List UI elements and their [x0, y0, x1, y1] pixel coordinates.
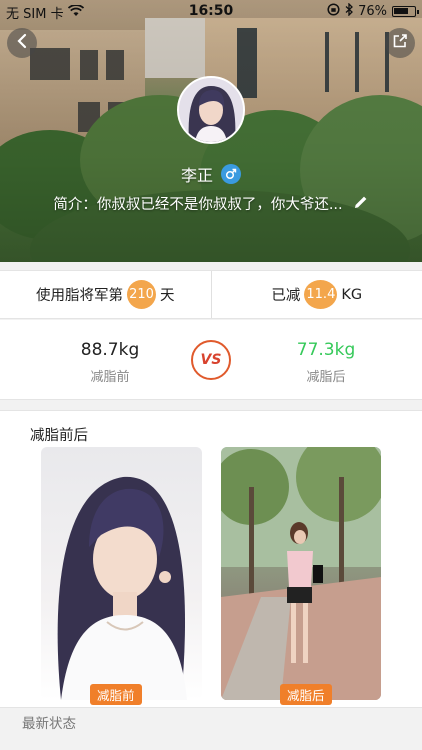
days-prefix: 使用脂将军第 — [36, 288, 123, 304]
username-row: 李正 — [0, 162, 422, 186]
section-title: 减脂前后 — [30, 428, 88, 444]
edit-pencil-icon[interactable] — [353, 194, 369, 214]
avatar-portrait-icon — [179, 78, 243, 142]
male-symbol-icon — [221, 164, 241, 184]
before-weight: 88.7kg — [80, 340, 140, 360]
avatar[interactable] — [177, 76, 245, 144]
after-photo-tag: 减脂后 — [280, 684, 332, 705]
rotation-lock-icon — [327, 3, 340, 20]
vs-badge: VS — [191, 340, 231, 380]
lost-prefix: 已减 — [271, 288, 301, 304]
lost-unit: KG — [341, 286, 363, 303]
bio-text: 简介：你叔叔已经不是你叔叔了，你大爷还... — [53, 197, 343, 213]
stats-bar: 使用脂将军第 210 天 已减 11.4 KG — [0, 270, 422, 319]
days-suffix: 天 — [160, 288, 175, 304]
status-bar: 无 SIM 卡 16:50 76% — [0, 0, 422, 22]
battery-percent: 76% — [358, 4, 387, 19]
battery-icon — [392, 6, 419, 17]
before-portrait-illustration — [57, 476, 187, 700]
before-photo[interactable] — [41, 447, 202, 700]
after-photo[interactable] — [221, 447, 381, 700]
before-photo-tag: 减脂前 — [90, 684, 142, 705]
after-street-illustration — [221, 447, 381, 700]
before-column: 88.7kg 减脂前 — [40, 340, 180, 385]
share-icon — [392, 33, 408, 53]
before-label: 减脂前 — [90, 370, 130, 385]
lost-value-badge: 11.4 — [304, 280, 338, 309]
after-label: 减脂后 — [306, 370, 346, 385]
chevron-left-icon — [15, 33, 29, 53]
weight-lost-stat: 已减 11.4 KG — [210, 271, 422, 318]
bio-row: 简介：你叔叔已经不是你叔叔了，你大爷还... — [0, 193, 422, 214]
share-button[interactable] — [385, 28, 415, 58]
bluetooth-icon — [345, 2, 354, 20]
latest-status-title: 最新状态 — [22, 716, 76, 732]
latest-status-header: 最新状态 — [0, 707, 422, 750]
before-after-card: 减脂前后 减脂前 减脂后 — [0, 410, 422, 707]
after-weight: 77.3kg — [296, 340, 356, 360]
back-button[interactable] — [7, 28, 37, 58]
username: 李正 — [180, 166, 213, 185]
days-value-badge: 210 — [127, 280, 156, 309]
battery-level — [394, 8, 408, 14]
after-column: 77.3kg 减脂后 — [256, 340, 396, 385]
days-stat: 使用脂将军第 210 天 — [0, 271, 211, 318]
